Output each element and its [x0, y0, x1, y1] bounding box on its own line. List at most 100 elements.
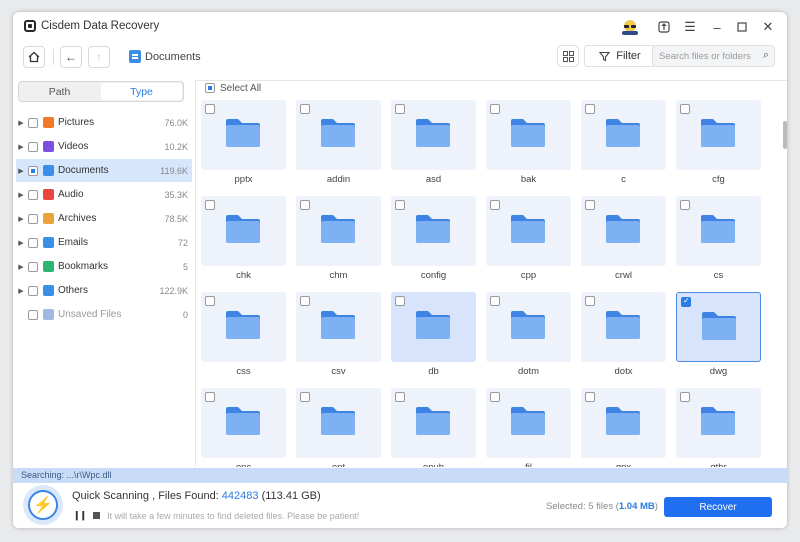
- select-all-checkbox[interactable]: [205, 83, 215, 93]
- home-button[interactable]: [23, 46, 45, 68]
- folder-tile[interactable]: [581, 196, 666, 266]
- folder-checkbox[interactable]: [205, 296, 215, 306]
- search-box[interactable]: ⌕: [652, 45, 775, 67]
- folder-checkbox[interactable]: [585, 296, 595, 306]
- sidebar-item-pictures[interactable]: ▶ Pictures 76.0K: [16, 111, 192, 134]
- folder-checkbox[interactable]: [680, 392, 690, 402]
- menu-icon[interactable]: ☰: [680, 17, 700, 37]
- folder-checkbox[interactable]: [205, 104, 215, 114]
- folder-checkbox[interactable]: [300, 392, 310, 402]
- folder-tile[interactable]: [486, 388, 571, 458]
- category-checkbox[interactable]: [28, 237, 38, 248]
- upload-icon[interactable]: [654, 17, 674, 37]
- select-all[interactable]: Select All: [205, 80, 261, 96]
- folder-checkbox[interactable]: [205, 200, 215, 210]
- folder-checkbox[interactable]: [395, 104, 405, 114]
- expand-caret-icon[interactable]: ▶: [16, 167, 26, 175]
- sidebar-item-bookmarks[interactable]: ▶ Bookmarks 5: [16, 255, 192, 278]
- category-checkbox[interactable]: [28, 213, 38, 224]
- user-avatar-icon[interactable]: [620, 17, 640, 37]
- category-checkbox[interactable]: [28, 141, 38, 152]
- folder-tile[interactable]: [676, 100, 761, 170]
- category-checkbox[interactable]: [28, 165, 38, 176]
- folder-checkbox[interactable]: [680, 104, 690, 114]
- folder-tile[interactable]: [296, 196, 381, 266]
- folder-tile[interactable]: [581, 388, 666, 458]
- sidebar-item-videos[interactable]: ▶ Videos 10.2K: [16, 135, 192, 158]
- folder-checkbox[interactable]: [300, 104, 310, 114]
- sidebar-item-archives[interactable]: ▶ Archives 78.5K: [16, 207, 192, 230]
- folder-tile[interactable]: [201, 292, 286, 362]
- folder-checkbox[interactable]: [395, 296, 405, 306]
- expand-caret-icon[interactable]: ▶: [16, 215, 26, 223]
- folder-checkbox[interactable]: [490, 392, 500, 402]
- folder-tile[interactable]: [296, 292, 381, 362]
- folder-checkbox[interactable]: [585, 200, 595, 210]
- folder-tile[interactable]: [391, 100, 476, 170]
- expand-caret-icon[interactable]: ▶: [16, 119, 26, 127]
- up-button[interactable]: ↑: [88, 46, 110, 68]
- sidebar-item-emails[interactable]: ▶ Emails 72: [16, 231, 192, 254]
- view-toggle-button[interactable]: [557, 45, 579, 67]
- category-checkbox[interactable]: [28, 285, 38, 296]
- category-checkbox[interactable]: [28, 309, 38, 320]
- filter-button[interactable]: Filter: [584, 45, 656, 67]
- category-checkbox[interactable]: [28, 189, 38, 200]
- pause-icon[interactable]: ❙❙: [73, 510, 87, 521]
- folder-checkbox[interactable]: [395, 200, 405, 210]
- folder-tile[interactable]: [581, 100, 666, 170]
- search-input[interactable]: [659, 49, 755, 63]
- folder-tile[interactable]: [201, 196, 286, 266]
- sidebar-item-documents[interactable]: ▶ Documents 119.6K: [16, 159, 192, 182]
- close-icon[interactable]: ✕: [758, 17, 778, 37]
- folder-checkbox[interactable]: [681, 296, 691, 307]
- maximize-icon[interactable]: [732, 17, 752, 37]
- folder-checkbox[interactable]: [585, 392, 595, 402]
- folder-tile[interactable]: [296, 100, 381, 170]
- folder-icon: [702, 312, 736, 340]
- folder-tile[interactable]: [391, 196, 476, 266]
- folder-checkbox[interactable]: [585, 104, 595, 114]
- folder-checkbox[interactable]: [395, 392, 405, 402]
- sidebar-item-label: Documents: [58, 165, 109, 176]
- tab-path[interactable]: Path: [19, 82, 100, 101]
- back-button[interactable]: ←: [60, 46, 82, 68]
- folder-checkbox[interactable]: [205, 392, 215, 402]
- folder-tile[interactable]: [201, 388, 286, 458]
- sidebar-item-others[interactable]: ▶ Others 122.9K: [16, 279, 192, 302]
- scrollbar-thumb[interactable]: [783, 121, 787, 149]
- folder-tile[interactable]: [676, 292, 761, 362]
- sidebar-item-audio[interactable]: ▶ Audio 35.3K: [16, 183, 192, 206]
- folder-checkbox[interactable]: [490, 200, 500, 210]
- search-icon[interactable]: ⌕: [763, 49, 769, 62]
- recover-button[interactable]: Recover: [664, 497, 772, 517]
- stop-icon[interactable]: [93, 512, 101, 519]
- breadcrumb[interactable]: Documents: [145, 51, 201, 63]
- expand-caret-icon[interactable]: ▶: [16, 143, 26, 151]
- folder-icon: [511, 311, 545, 339]
- sidebar-item-unsaved-files[interactable]: Unsaved Files 0: [16, 303, 192, 326]
- folder-tile[interactable]: [676, 388, 761, 458]
- tab-type[interactable]: Type: [101, 83, 182, 100]
- folder-checkbox[interactable]: [680, 200, 690, 210]
- expand-caret-icon[interactable]: ▶: [16, 191, 26, 199]
- folder-tile[interactable]: [486, 196, 571, 266]
- folder-tile[interactable]: [581, 292, 666, 362]
- minimize-icon[interactable]: –: [707, 17, 727, 37]
- category-checkbox[interactable]: [28, 261, 38, 272]
- category-checkbox[interactable]: [28, 117, 38, 128]
- folder-tile[interactable]: [296, 388, 381, 458]
- folder-tile[interactable]: [391, 388, 476, 458]
- folder-tile[interactable]: [201, 100, 286, 170]
- folder-checkbox[interactable]: [490, 296, 500, 306]
- folder-tile[interactable]: [486, 292, 571, 362]
- folder-tile[interactable]: [391, 292, 476, 362]
- folder-checkbox[interactable]: [300, 296, 310, 306]
- folder-checkbox[interactable]: [300, 200, 310, 210]
- folder-checkbox[interactable]: [490, 104, 500, 114]
- folder-tile[interactable]: [676, 196, 761, 266]
- expand-caret-icon[interactable]: ▶: [16, 239, 26, 247]
- expand-caret-icon[interactable]: ▶: [16, 263, 26, 271]
- expand-caret-icon[interactable]: ▶: [16, 287, 26, 295]
- folder-tile[interactable]: [486, 100, 571, 170]
